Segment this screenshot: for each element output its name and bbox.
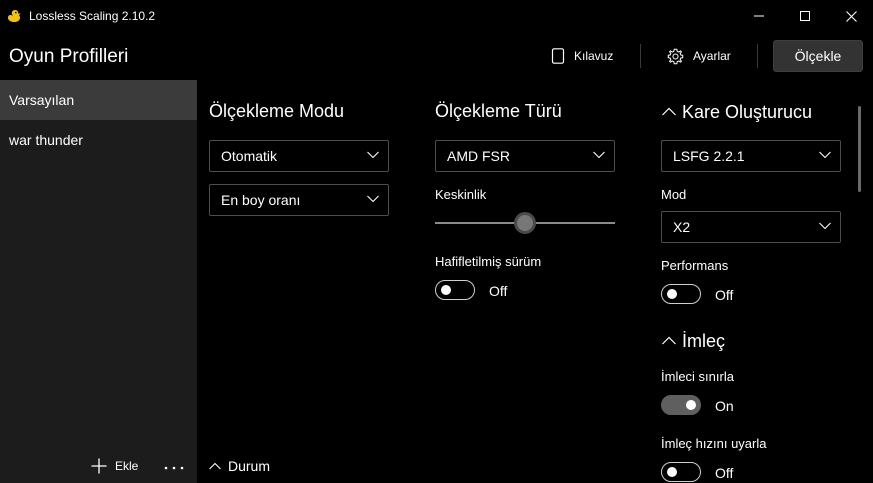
toggle-knob — [667, 467, 677, 477]
close-button[interactable] — [828, 0, 873, 32]
window-title: Lossless Scaling 2.10.2 — [29, 9, 156, 23]
mode-dropdown[interactable]: X2 — [661, 211, 841, 243]
add-label: Ekle — [115, 459, 139, 473]
profile-item-default[interactable]: Varsayılan — [0, 80, 197, 120]
scaling-mode-title: Ölçekleme Modu — [209, 101, 345, 121]
sharpness-label: Keskinlik — [435, 187, 487, 202]
scaling-type-value: AMD FSR — [447, 148, 510, 164]
cursor-title: İmleç — [682, 331, 726, 351]
scaling-mode-value: Otomatik — [221, 148, 278, 164]
minimize-icon — [754, 15, 764, 17]
title-bar: Lossless Scaling 2.10.2 — [0, 0, 873, 32]
chevron-down-icon — [819, 222, 831, 230]
sharpness-slider-thumb[interactable] — [514, 212, 536, 234]
book-icon — [551, 48, 565, 64]
performance-state: Off — [715, 287, 734, 303]
toggle-knob — [686, 400, 696, 410]
frame-gen-dropdown[interactable]: LSFG 2.2.1 — [661, 140, 841, 172]
aspect-ratio-dropdown[interactable]: En boy oranı — [209, 184, 389, 216]
maximize-button[interactable] — [782, 0, 828, 32]
profiles-sidebar: Varsayılan war thunder — [0, 80, 197, 483]
settings-label: Ayarlar — [693, 49, 731, 63]
performance-toggle[interactable] — [661, 284, 701, 304]
scaling-type-dropdown[interactable]: AMD FSR — [435, 140, 615, 172]
mode-label: Mod — [661, 187, 687, 202]
mode-value: X2 — [673, 219, 691, 235]
performance-label: Performans — [661, 258, 729, 273]
profile-label: Varsayılan — [9, 92, 75, 108]
toggle-knob — [667, 289, 677, 299]
more-options-icon[interactable] — [163, 458, 185, 476]
plus-icon — [91, 458, 107, 474]
gear-icon — [667, 48, 684, 64]
adjust-speed-toggle[interactable] — [661, 462, 701, 482]
scaling-mode-dropdown[interactable]: Otomatik — [209, 140, 389, 172]
lite-version-state: Off — [489, 283, 508, 299]
guide-button[interactable]: Kılavuz — [551, 41, 613, 71]
status-label: Durum — [228, 458, 271, 474]
scrollbar[interactable] — [858, 106, 861, 192]
chevron-down-icon — [367, 151, 379, 159]
chevron-up-icon[interactable] — [662, 336, 676, 345]
settings-button[interactable]: Ayarlar — [667, 41, 731, 71]
chevron-down-icon — [593, 151, 605, 159]
minimize-button[interactable] — [736, 0, 782, 32]
adjust-speed-label: İmleç hızını uyarla — [661, 436, 767, 451]
frame-gen-title: Kare Oluşturucu — [682, 102, 813, 122]
header-divider — [640, 44, 641, 68]
scale-button[interactable]: Ölçekle — [773, 40, 863, 72]
profile-item-war-thunder[interactable]: war thunder — [0, 120, 197, 160]
toggle-knob — [441, 285, 451, 295]
clip-cursor-label: İmleci sınırla — [661, 369, 734, 384]
add-profile-button[interactable]: Ekle — [91, 458, 138, 474]
lite-version-label: Hafifletilmiş sürüm — [435, 254, 542, 269]
clip-cursor-state: On — [715, 398, 734, 414]
duck-icon — [8, 10, 21, 22]
aspect-ratio-value: En boy oranı — [221, 192, 301, 208]
chevron-up-icon[interactable] — [662, 107, 676, 116]
chevron-up-icon — [209, 462, 221, 470]
adjust-speed-state: Off — [715, 465, 734, 481]
guide-label: Kılavuz — [574, 49, 614, 63]
lite-version-toggle[interactable] — [435, 280, 475, 300]
header-divider — [757, 44, 758, 68]
status-expander[interactable]: Durum — [209, 458, 270, 474]
chevron-down-icon — [819, 151, 831, 159]
chevron-down-icon — [367, 195, 379, 203]
frame-gen-value: LSFG 2.2.1 — [673, 148, 745, 164]
clip-cursor-toggle[interactable] — [661, 395, 701, 415]
profile-label: war thunder — [9, 132, 83, 148]
close-icon — [845, 10, 857, 22]
page-title: Oyun Profilleri — [9, 46, 129, 67]
scaling-type-title: Ölçekleme Türü — [435, 101, 562, 121]
maximize-icon — [800, 11, 810, 21]
